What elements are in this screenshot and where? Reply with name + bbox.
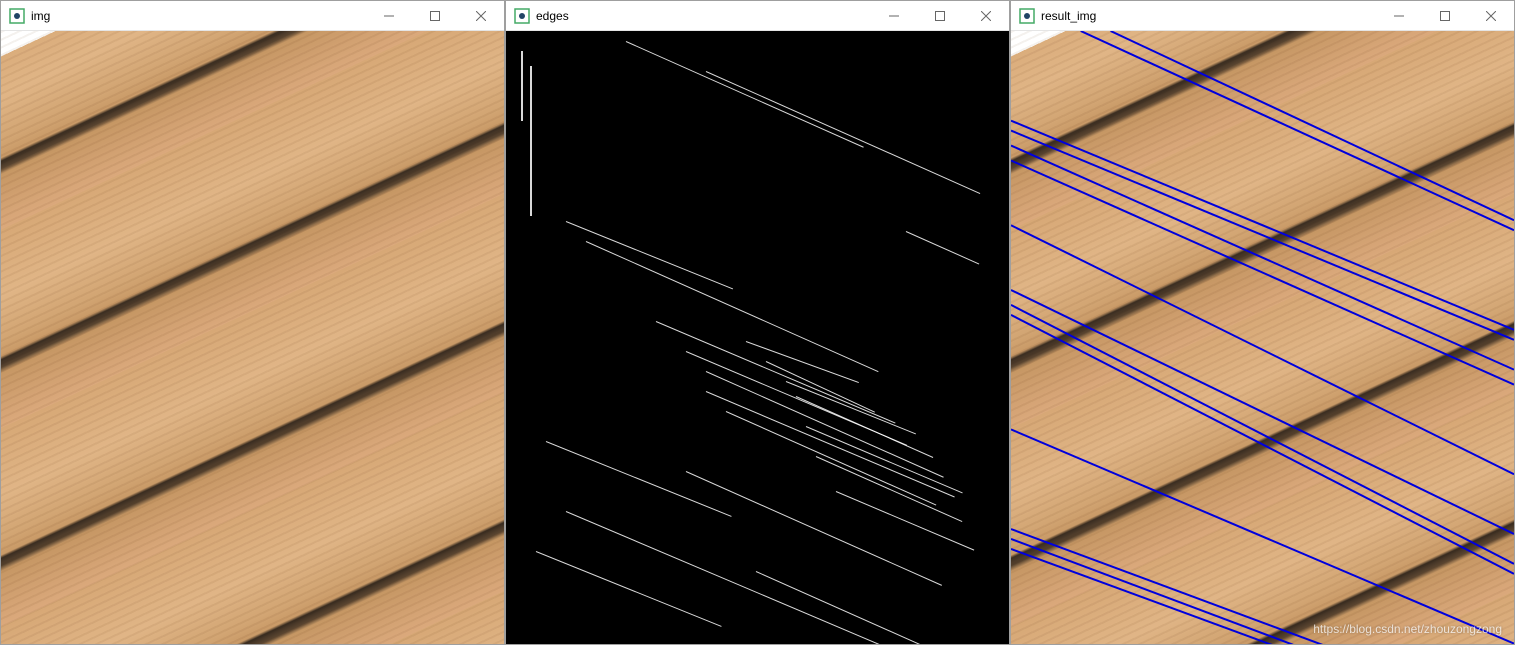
- minimize-button[interactable]: [1376, 1, 1422, 30]
- maximize-button[interactable]: [917, 1, 963, 30]
- hough-line: [1011, 121, 1514, 330]
- close-button[interactable]: [458, 1, 504, 30]
- window-title: img: [31, 9, 366, 23]
- hough-line: [1011, 539, 1370, 644]
- image-content: https://blog.csdn.net/zhouzongzong: [1011, 31, 1514, 644]
- close-button[interactable]: [1468, 1, 1514, 30]
- hough-line: [1011, 429, 1514, 643]
- hough-line: [1011, 131, 1514, 340]
- edge-segment: [536, 551, 722, 627]
- close-button[interactable]: [963, 1, 1009, 30]
- image-content: [506, 31, 1009, 644]
- edge-segment: [706, 371, 944, 478]
- opencv-icon: [9, 8, 25, 24]
- window-controls: [366, 1, 504, 30]
- window-result: result_img https://blog.csdn.net/zhouzon…: [1010, 0, 1515, 645]
- window-controls: [871, 1, 1009, 30]
- edge-segment: [566, 221, 733, 289]
- edge-segment: [726, 411, 937, 505]
- titlebar[interactable]: edges: [506, 1, 1009, 31]
- edge-segment: [746, 341, 859, 383]
- edges-overlay: [506, 31, 1009, 644]
- hough-line: [1011, 160, 1514, 384]
- hough-line: [1011, 225, 1514, 474]
- edge-segment: [530, 66, 532, 216]
- window-controls: [1376, 1, 1514, 30]
- minimize-button[interactable]: [871, 1, 917, 30]
- hough-lines-overlay: [1011, 31, 1514, 644]
- window-img: img: [0, 0, 505, 645]
- maximize-button[interactable]: [1422, 1, 1468, 30]
- edge-segment: [796, 396, 933, 458]
- wood-grain: [1, 31, 504, 644]
- edge-segment: [836, 491, 974, 551]
- edge-segment: [706, 391, 955, 497]
- titlebar[interactable]: img: [1, 1, 504, 31]
- window-title: edges: [536, 9, 871, 23]
- hough-line: [1011, 549, 1350, 644]
- hough-line: [1011, 315, 1514, 574]
- titlebar[interactable]: result_img: [1011, 1, 1514, 31]
- edge-segment: [816, 456, 963, 522]
- hough-line: [1111, 31, 1514, 220]
- edge-segment: [566, 511, 953, 644]
- minimize-button[interactable]: [366, 1, 412, 30]
- edge-segment: [521, 51, 523, 121]
- hough-line: [1081, 31, 1514, 230]
- image-content: [1, 31, 504, 644]
- hough-line: [1011, 290, 1514, 534]
- hough-line: [1011, 146, 1514, 370]
- edge-segment: [906, 231, 979, 264]
- edge-segment: [706, 71, 980, 194]
- maximize-button[interactable]: [412, 1, 458, 30]
- edge-segment: [626, 41, 864, 148]
- window-edges: edges: [505, 0, 1010, 645]
- opencv-icon: [514, 8, 530, 24]
- hough-line: [1011, 529, 1399, 644]
- window-title: result_img: [1041, 9, 1376, 23]
- edge-segment: [686, 471, 942, 586]
- opencv-icon: [1019, 8, 1035, 24]
- hough-line: [1011, 305, 1514, 564]
- edge-segment: [656, 321, 896, 424]
